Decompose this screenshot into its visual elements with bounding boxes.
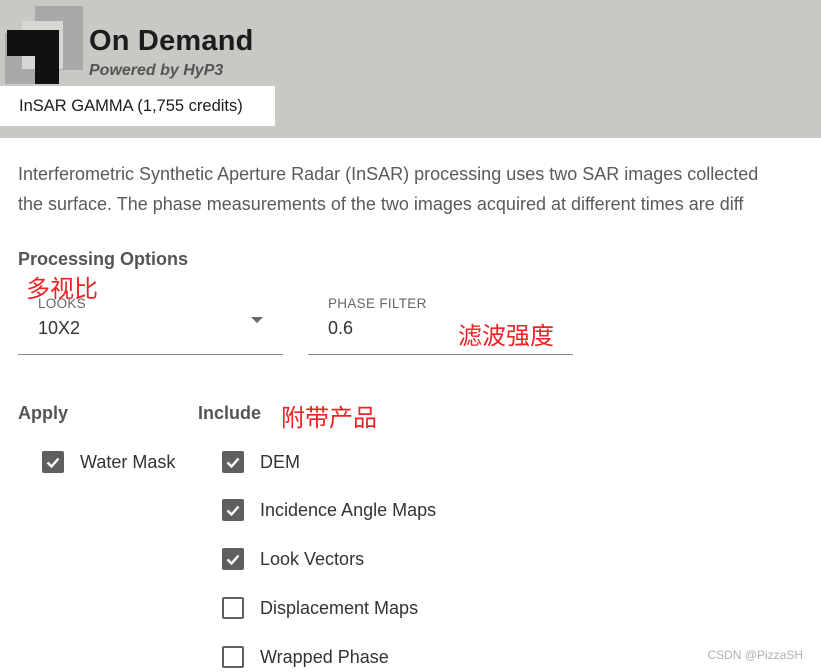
app-title: On Demand [89, 25, 254, 57]
checkmark-icon [46, 457, 60, 469]
phase-filter-annotation: 滤波强度 [458, 322, 554, 350]
displacement-maps-label: Displacement Maps [260, 597, 419, 618]
water-mask-option[interactable]: Water Mask [42, 451, 175, 473]
description-line-1: Interferometric Synthetic Aperture Radar… [18, 164, 759, 184]
processing-options-title: Processing Options [18, 249, 189, 269]
app-subtitle: Powered by HyP3 [89, 62, 224, 79]
incidence-angle-maps-label: Incidence Angle Maps [260, 499, 437, 520]
look-vectors-label: Look Vectors [260, 548, 365, 569]
app-header: On Demand Powered by HyP3 InSAR GAMMA (1… [0, 0, 821, 138]
looks-value: 10X2 [38, 318, 81, 338]
checkbox-checked[interactable] [222, 548, 244, 570]
phase-filter-value[interactable]: 0.6 [328, 318, 353, 339]
checkbox-unchecked[interactable] [222, 646, 244, 668]
looks-select[interactable]: LOOKS 10X2 [18, 296, 283, 355]
wrapped-phase-label: Wrapped Phase [260, 646, 389, 667]
wrapped-phase-option[interactable]: Wrapped Phase [222, 646, 389, 668]
chevron-down-icon[interactable] [251, 317, 263, 323]
job-type-tab[interactable]: InSAR GAMMA (1,755 credits) [0, 86, 275, 126]
checkmark-icon [226, 554, 240, 566]
watermark: CSDN @PizzaSH [707, 648, 803, 662]
description-text: Interferometric Synthetic Aperture Radar… [18, 159, 821, 219]
phase-filter-label: PHASE FILTER [328, 296, 427, 311]
checkmark-icon [226, 505, 240, 517]
displacement-maps-option[interactable]: Displacement Maps [222, 597, 418, 619]
description-line-2: the surface. The phase measurements of t… [18, 194, 744, 214]
dem-label: DEM [260, 451, 300, 472]
include-heading: Include [198, 403, 262, 423]
checkbox-checked[interactable] [222, 499, 244, 521]
include-annotation: 附带产品 [281, 404, 377, 432]
checkbox-checked[interactable] [222, 451, 244, 473]
looks-label: LOOKS [38, 296, 87, 311]
dem-option[interactable]: DEM [222, 451, 300, 473]
incidence-angle-maps-option[interactable]: Incidence Angle Maps [222, 499, 436, 521]
checkmark-icon [226, 457, 240, 469]
apply-heading: Apply [18, 403, 69, 423]
look-vectors-option[interactable]: Look Vectors [222, 548, 364, 570]
checkbox-unchecked[interactable] [222, 597, 244, 619]
water-mask-label: Water Mask [80, 451, 176, 472]
checkbox-checked[interactable] [42, 451, 64, 473]
stacked-squares-logo-icon [5, 6, 83, 84]
